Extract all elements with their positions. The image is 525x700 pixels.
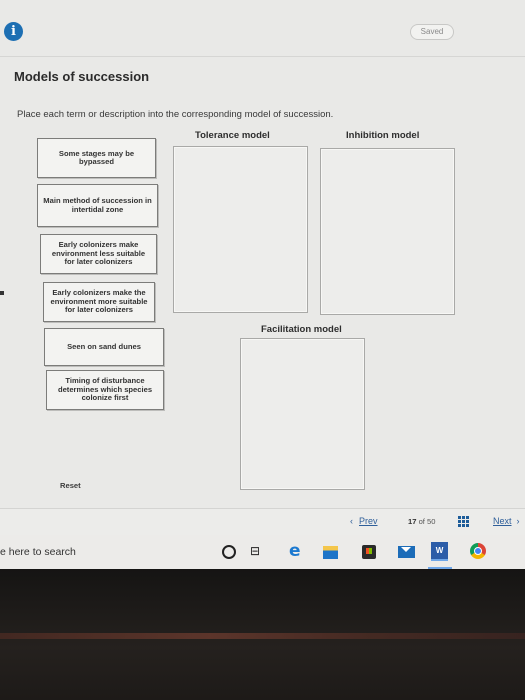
inhibition-model-title: Inhibition model xyxy=(346,130,420,141)
info-icon[interactable]: i xyxy=(4,22,23,41)
next-button[interactable]: Next › xyxy=(493,516,520,526)
edge-marker xyxy=(0,291,4,295)
facilitation-model-title: Facilitation model xyxy=(261,324,342,335)
draggable-card-less-suitable[interactable]: Early colonizers make environment less s… xyxy=(40,234,157,274)
page-counter: 17 of 50 xyxy=(408,517,436,526)
inhibition-model-dropzone[interactable] xyxy=(320,148,455,315)
bezel-reflection xyxy=(0,633,525,639)
chevron-left-icon: ‹ xyxy=(350,516,353,526)
file-explorer-icon[interactable] xyxy=(323,546,338,559)
chevron-right-icon: › xyxy=(516,516,520,526)
tolerance-model-title: Tolerance model xyxy=(195,130,270,141)
task-view-icon[interactable]: ⊟ xyxy=(250,544,266,560)
of-label: of xyxy=(418,517,425,526)
chrome-icon[interactable] xyxy=(470,543,486,559)
prev-label: Prev xyxy=(359,516,378,526)
current-page: 17 xyxy=(408,517,417,526)
total-pages: 50 xyxy=(427,517,436,526)
draggable-card-sand-dunes[interactable]: Seen on sand dunes xyxy=(44,328,164,366)
word-icon[interactable]: W xyxy=(431,542,448,561)
tolerance-model-dropzone[interactable] xyxy=(173,146,308,313)
reset-button[interactable]: Reset xyxy=(60,481,81,490)
draggable-card-more-suitable[interactable]: Early colonizers make the environment mo… xyxy=(43,282,155,322)
app-screen: i Saved Models of succession Place each … xyxy=(0,0,525,535)
facilitation-model-dropzone[interactable] xyxy=(240,338,365,490)
next-label: Next xyxy=(493,516,512,526)
page-title: Models of succession xyxy=(14,69,150,84)
store-icon[interactable] xyxy=(362,545,376,559)
taskbar-search-box[interactable]: e here to search xyxy=(0,546,76,558)
draggable-card-intertidal-zone[interactable]: Main method of succession in intertidal … xyxy=(37,184,158,227)
draggable-card-some-stages-bypassed[interactable]: Some stages may be bypassed xyxy=(37,138,156,178)
draggable-card-timing-of-disturbance[interactable]: Timing of disturbance determines which s… xyxy=(46,370,164,410)
bottom-nav-bar xyxy=(0,508,525,535)
saved-status-badge: Saved xyxy=(410,24,454,40)
question-grid-icon[interactable] xyxy=(458,516,469,527)
cortana-icon[interactable] xyxy=(222,545,236,559)
instructions-text: Place each term or description into the … xyxy=(17,109,334,120)
header-divider xyxy=(0,56,525,57)
windows-taskbar: e here to search ⊟ e W xyxy=(0,535,525,569)
edge-browser-icon[interactable]: e xyxy=(289,541,305,561)
mail-icon[interactable] xyxy=(398,546,415,558)
prev-button[interactable]: ‹ Prev xyxy=(350,516,378,526)
